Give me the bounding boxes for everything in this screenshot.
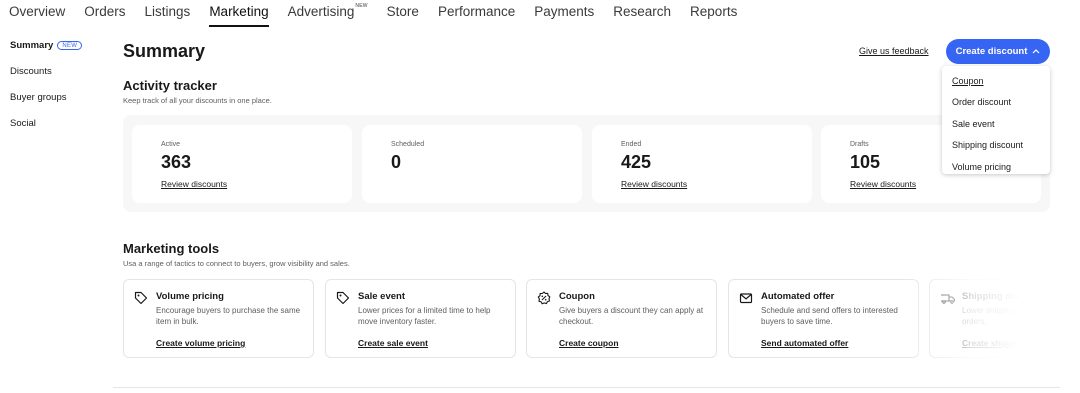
tab-overview[interactable]: Overview — [9, 0, 65, 26]
menu-item-order-discount[interactable]: Order discount — [942, 92, 1050, 114]
tab-payments[interactable]: Payments — [534, 0, 594, 26]
new-badge: NEW — [355, 3, 368, 9]
sidebar-item-buyer-groups[interactable]: Buyer groups — [10, 92, 110, 118]
marketing-tools-title: Marketing tools — [123, 241, 220, 256]
chevron-up-icon — [1032, 47, 1040, 56]
create-discount-label: Create discount — [955, 46, 1028, 57]
stat-card-ended: Ended 425 Review discounts — [592, 125, 812, 203]
shipping-truck-icon — [940, 291, 956, 305]
tab-label: Store — [386, 4, 419, 19]
tool-title: Sale event — [358, 291, 405, 302]
stat-value: 105 — [850, 152, 881, 172]
tool-card-coupon: Coupon Give buyers a discount they can a… — [526, 279, 717, 358]
tool-description: Give buyers a discount they can apply at… — [559, 306, 704, 326]
create-sale-event-link[interactable]: Create sale event — [358, 338, 428, 348]
tab-performance[interactable]: Performance — [438, 0, 515, 26]
review-discounts-link[interactable]: Review discounts — [850, 179, 916, 189]
tool-description: Schedule and send offers to interested b… — [761, 306, 898, 326]
sidebar-item-label: Buyer groups — [10, 92, 67, 103]
tool-title: Shipping discount — [962, 291, 1045, 302]
sidebar-item-label: Social — [10, 118, 36, 129]
tab-label: Listings — [144, 4, 191, 19]
divider — [113, 387, 1060, 388]
review-discounts-link[interactable]: Review discounts — [161, 179, 227, 189]
tab-listings[interactable]: Listings — [145, 0, 191, 26]
menu-item-shipping-discount[interactable]: Shipping discount — [942, 135, 1050, 157]
tag-icon — [134, 291, 148, 305]
sidebar-item-discounts[interactable]: Discounts — [10, 66, 110, 92]
stat-value: 425 — [621, 152, 652, 172]
tool-card-volume-pricing: Volume pricing Encourage buyers to purch… — [123, 279, 314, 358]
tool-card-automated-offer: Automated offer Schedule and send offers… — [728, 279, 919, 358]
tab-orders[interactable]: Orders — [84, 0, 125, 26]
tool-title: Automated offer — [761, 291, 835, 302]
stat-label: Active — [161, 141, 181, 148]
create-discount-menu: Coupon Order discount Sale event Shippin… — [942, 66, 1050, 174]
tab-label: Research — [613, 4, 672, 19]
tool-card-shipping-discount: Shipping discount Lower shipping costs t… — [929, 279, 1060, 358]
feedback-link[interactable]: Give us feedback — [859, 46, 929, 56]
stat-label: Scheduled — [391, 141, 425, 148]
stat-value: 0 — [391, 152, 402, 172]
create-coupon-link[interactable]: Create coupon — [559, 338, 619, 348]
stat-value: 363 — [161, 152, 192, 172]
activity-tracker-title: Activity tracker — [123, 78, 217, 93]
tab-research[interactable]: Research — [613, 0, 671, 26]
create-shipping-discount-link[interactable]: Create shipping discount — [962, 338, 1060, 348]
tab-label: Advertising — [287, 4, 355, 19]
tool-description: Encourage buyers to purchase the same it… — [156, 306, 301, 326]
tab-advertising[interactable]: AdvertisingNEW — [288, 0, 368, 26]
tab-label: Reports — [690, 4, 738, 19]
tool-title: Coupon — [559, 291, 595, 302]
new-badge: NEW — [57, 41, 83, 50]
tab-label: Orders — [84, 4, 126, 19]
tab-label: Marketing — [209, 4, 269, 19]
tab-label: Payments — [534, 4, 595, 19]
menu-item-coupon[interactable]: Coupon — [942, 70, 1050, 92]
marketing-tools-carousel: Volume pricing Encourage buyers to purch… — [123, 279, 1060, 359]
menu-item-sale-event[interactable]: Sale event — [942, 113, 1050, 135]
stat-label: Drafts — [850, 141, 869, 148]
tab-reports[interactable]: Reports — [690, 0, 737, 26]
create-volume-pricing-link[interactable]: Create volume pricing — [156, 338, 245, 348]
sidebar-item-summary[interactable]: Summary NEW — [10, 40, 110, 66]
tab-store[interactable]: Store — [387, 0, 419, 26]
tool-title: Volume pricing — [156, 291, 224, 302]
sidebar-item-label: Summary — [10, 40, 54, 51]
mail-icon — [739, 291, 753, 305]
sidebar-item-social[interactable]: Social — [10, 118, 110, 144]
activity-tracker-panel: Active 363 Review discounts Scheduled 0 … — [123, 115, 1050, 212]
tool-description: Lower prices for a limited time to help … — [358, 306, 491, 326]
tag-icon — [336, 291, 350, 305]
sidebar: Summary NEW Discounts Buyer groups Socia… — [10, 40, 110, 144]
page-title: Summary — [123, 41, 206, 61]
coupon-badge-icon — [537, 291, 551, 305]
menu-item-volume-pricing[interactable]: Volume pricing — [942, 156, 1050, 178]
stat-label: Ended — [621, 141, 642, 148]
create-discount-button[interactable]: Create discount — [946, 39, 1050, 64]
tab-label: Overview — [9, 4, 66, 19]
activity-tracker-subtitle: Keep track of all your discounts in one … — [123, 96, 272, 105]
send-automated-offer-link[interactable]: Send automated offer — [761, 338, 848, 348]
tab-label: Performance — [437, 4, 516, 19]
review-discounts-link[interactable]: Review discounts — [621, 179, 687, 189]
stat-card-active: Active 363 Review discounts — [132, 125, 352, 203]
tool-card-sale-event: Sale event Lower prices for a limited ti… — [325, 279, 516, 358]
tool-description: Lower shipping costs to encourage larger… — [962, 306, 1060, 326]
stat-card-scheduled: Scheduled 0 — [362, 125, 582, 203]
top-nav: Overview Orders Listings Marketing Adver… — [0, 0, 756, 27]
marketing-tools-subtitle: Usa a range of tactics to connect to buy… — [123, 259, 350, 268]
sidebar-item-label: Discounts — [10, 66, 52, 77]
tab-marketing[interactable]: Marketing — [209, 0, 269, 27]
